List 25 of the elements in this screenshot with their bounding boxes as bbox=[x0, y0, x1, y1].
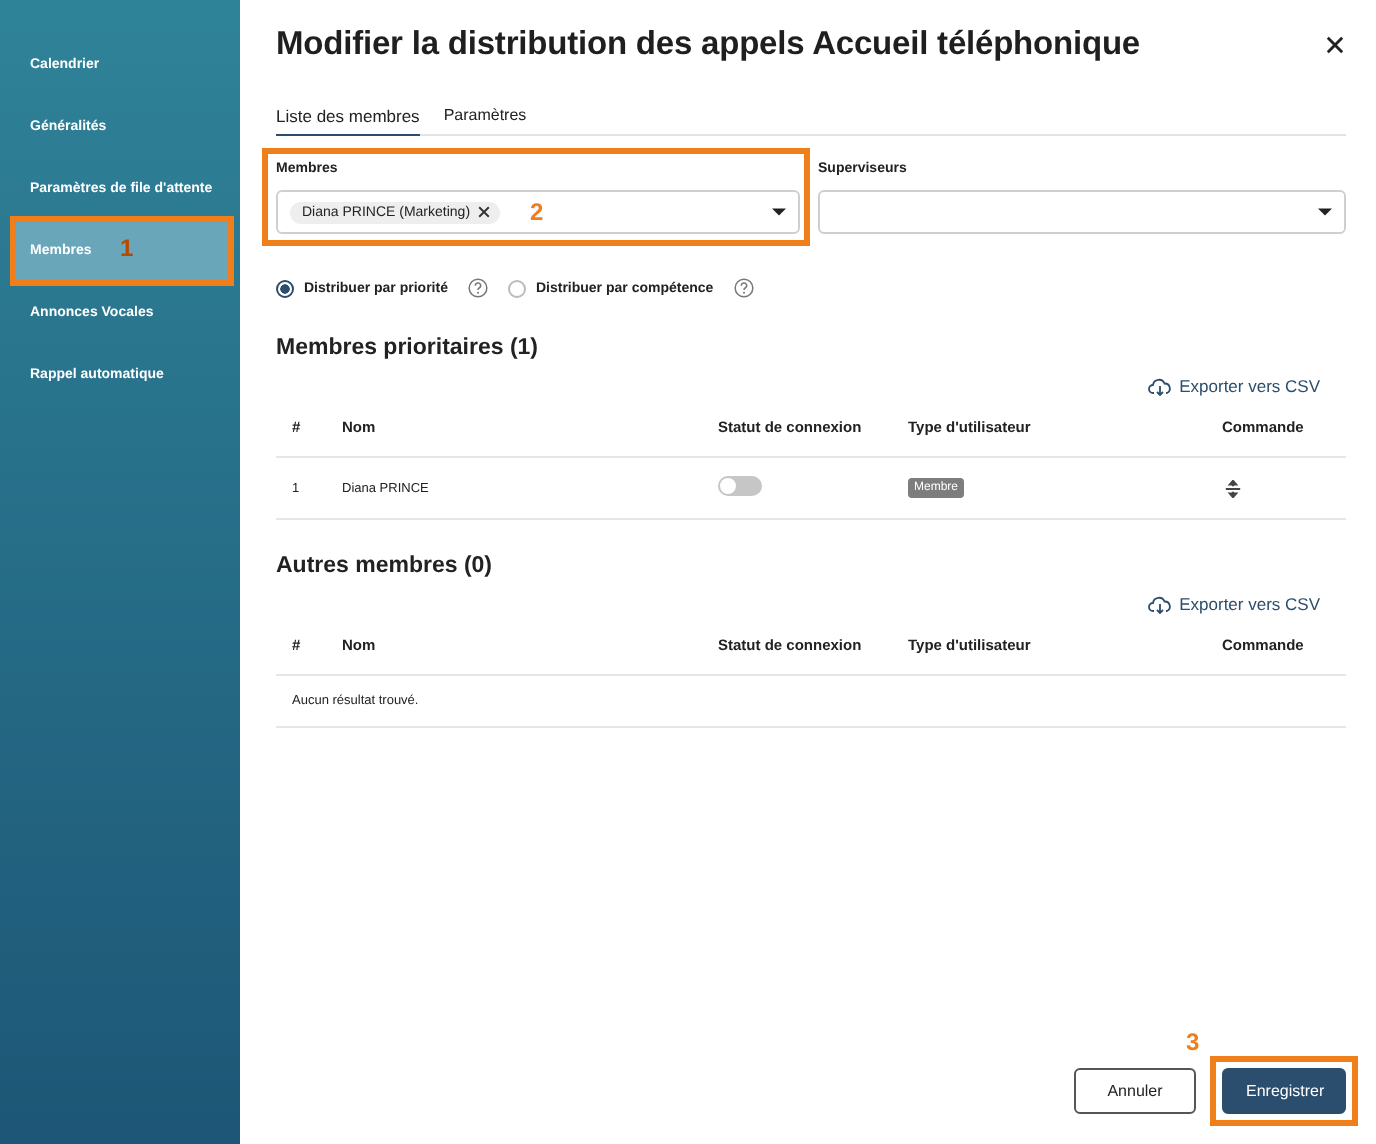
remove-icon[interactable] bbox=[478, 206, 491, 218]
callout-number: 1 bbox=[120, 234, 134, 262]
cancel-button[interactable]: Annuler bbox=[1074, 1068, 1196, 1114]
export-csv-link[interactable]: Exporter vers CSV bbox=[1147, 376, 1320, 396]
tab[interactable]: Paramètres bbox=[443, 106, 527, 136]
help-icon[interactable] bbox=[733, 278, 754, 298]
dialog-title: Modifier la distribution des appels Accueil téléphonique bbox=[276, 25, 1141, 63]
dropdown-caret-icon bbox=[1318, 208, 1332, 216]
dropdown-caret-icon bbox=[772, 208, 786, 216]
help-icon[interactable] bbox=[467, 278, 488, 298]
tab[interactable]: Liste des membres bbox=[276, 106, 420, 136]
select-field[interactable] bbox=[818, 190, 1346, 234]
drag-handle-icon[interactable] bbox=[1224, 479, 1242, 497]
callout-number: 2 bbox=[530, 198, 544, 226]
section-heading: Membres prioritaires (1) bbox=[276, 334, 541, 364]
status-toggle[interactable] bbox=[718, 476, 762, 496]
radio-button[interactable] bbox=[276, 279, 294, 297]
cloud-download-icon bbox=[1147, 377, 1172, 395]
cloud-download-icon bbox=[1147, 595, 1172, 613]
section-heading: Autres membres (0) bbox=[276, 552, 495, 582]
radio-button[interactable] bbox=[507, 279, 526, 297]
export-csv-link[interactable]: Exporter vers CSV bbox=[1147, 594, 1320, 614]
close-icon[interactable] bbox=[1326, 35, 1344, 53]
save-button[interactable]: Enregistrer bbox=[1222, 1068, 1346, 1114]
callout-number: 3 bbox=[1186, 1028, 1200, 1056]
